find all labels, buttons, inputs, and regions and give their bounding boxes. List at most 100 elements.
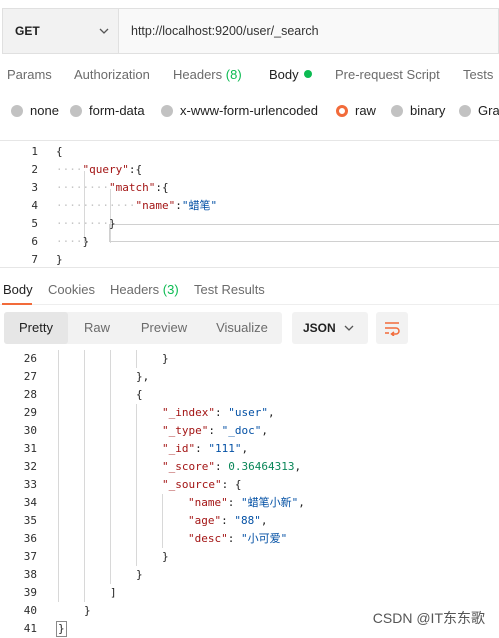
tab-headers[interactable]: Headers (8) bbox=[173, 67, 242, 82]
code-text: ····} bbox=[56, 235, 90, 248]
radio-x-www-form-urlencoded[interactable]: x-www-form-urlencoded bbox=[161, 103, 318, 118]
brace: }, bbox=[136, 370, 150, 383]
brace: } bbox=[162, 352, 169, 365]
json-string: "小可爱" bbox=[241, 532, 288, 545]
view-visualize-label: Visualize bbox=[216, 320, 268, 335]
tab-response-body-label: Body bbox=[3, 282, 33, 297]
tab-response-body[interactable]: Body bbox=[3, 282, 33, 297]
radio-form-data[interactable]: form-data bbox=[70, 103, 145, 118]
response-line: 38 } bbox=[0, 566, 499, 584]
view-raw-button[interactable]: Raw bbox=[68, 312, 126, 344]
response-line: 39 ] bbox=[0, 584, 499, 602]
code-text: ············"name":"蜡笔" bbox=[56, 199, 218, 212]
url-input[interactable]: http://localhost:9200/user/_search bbox=[118, 8, 499, 54]
wrap-lines-button[interactable] bbox=[376, 312, 408, 344]
punct: : bbox=[175, 199, 182, 212]
line-number: 3 bbox=[31, 181, 38, 194]
radio-binary[interactable]: binary bbox=[391, 103, 445, 118]
tab-test-results-label: Test Results bbox=[194, 282, 265, 297]
radio-circle-icon bbox=[161, 104, 173, 117]
punct: :{ bbox=[155, 181, 169, 194]
response-line: 30 "_type": "_doc", bbox=[0, 422, 499, 440]
radio-circle-icon bbox=[11, 104, 23, 117]
method-label: GET bbox=[15, 24, 40, 38]
view-pretty-label: Pretty bbox=[19, 320, 53, 335]
code-line: 2 ····"query":{ bbox=[0, 161, 499, 179]
watermark: CSDN @IT东东歌 bbox=[372, 610, 485, 626]
line-number: 33 bbox=[23, 478, 37, 491]
active-tab-underline bbox=[2, 303, 32, 305]
request-body-editor[interactable]: 1 { 2 ····"query":{ 3 ········"match":{ … bbox=[0, 140, 499, 268]
json-string: "88" bbox=[234, 514, 261, 527]
code-text: ········"match":{ bbox=[56, 181, 169, 194]
punct: , bbox=[260, 514, 268, 527]
line-number: 27 bbox=[23, 370, 37, 383]
brace: } bbox=[82, 235, 90, 248]
response-body-viewer[interactable]: 26 } 27 }, 28 { 29 "_index": "user", 30 … bbox=[0, 350, 499, 638]
radio-graphql[interactable]: Grap bbox=[459, 103, 499, 118]
radio-none[interactable]: none bbox=[11, 103, 59, 118]
response-line: 28 { bbox=[0, 386, 499, 404]
response-line: 37 } bbox=[0, 548, 499, 566]
tab-params-label: Params bbox=[7, 67, 52, 82]
radio-binary-label: binary bbox=[410, 103, 446, 118]
line-number: 28 bbox=[23, 388, 37, 401]
line-number: 38 bbox=[23, 568, 37, 581]
tab-authorization[interactable]: Authorization bbox=[74, 67, 150, 82]
tab-tests[interactable]: Tests bbox=[463, 67, 493, 82]
punct: :{ bbox=[128, 163, 143, 176]
json-key: "_index" bbox=[162, 406, 215, 419]
json-string: "蜡笔小新" bbox=[241, 496, 299, 509]
view-preview-button[interactable]: Preview bbox=[126, 312, 202, 344]
tab-test-results[interactable]: Test Results bbox=[194, 282, 265, 297]
code-text: { bbox=[56, 143, 63, 161]
chevron-down-icon bbox=[344, 325, 354, 331]
tab-cookies-label: Cookies bbox=[48, 282, 95, 297]
request-tabs: Params Authorization Headers (8) Body Pr… bbox=[0, 60, 499, 90]
tab-cookies[interactable]: Cookies bbox=[48, 282, 95, 297]
json-entry: "age": "88", bbox=[188, 514, 268, 527]
view-raw-label: Raw bbox=[83, 320, 110, 335]
code-line: 7 } bbox=[0, 251, 499, 269]
radio-circle-icon bbox=[70, 104, 82, 117]
matched-brace: } bbox=[56, 621, 67, 637]
radio-raw[interactable]: raw bbox=[336, 103, 376, 118]
line-number: 30 bbox=[23, 424, 37, 437]
url-text: http://localhost:9200/user/_search bbox=[131, 24, 319, 38]
format-select[interactable]: JSON bbox=[292, 312, 368, 344]
response-line: 35 "age": "88", bbox=[0, 512, 499, 530]
brace: } bbox=[162, 550, 169, 563]
request-url-bar: GET http://localhost:9200/user/_search bbox=[2, 8, 499, 54]
response-line: 34 "name": "蜡笔小新", bbox=[0, 494, 499, 512]
tab-authorization-label: Authorization bbox=[74, 67, 150, 82]
json-key: "_id" bbox=[162, 442, 196, 455]
tab-pre-request-script[interactable]: Pre-request Script bbox=[335, 67, 440, 82]
radio-form-data-label: form-data bbox=[89, 103, 145, 118]
radio-selected-icon bbox=[336, 104, 348, 117]
response-view-switch: Pretty Raw Preview Visualize bbox=[4, 312, 282, 344]
radio-none-label: none bbox=[30, 103, 59, 118]
view-pretty-button[interactable]: Pretty bbox=[4, 312, 68, 344]
view-visualize-button[interactable]: Visualize bbox=[202, 312, 282, 344]
radio-raw-label: raw bbox=[355, 103, 376, 118]
brace: } bbox=[56, 253, 63, 266]
method-select[interactable]: GET bbox=[2, 8, 118, 54]
json-key: "_source" bbox=[162, 478, 222, 491]
tab-response-headers[interactable]: Headers (3) bbox=[110, 282, 179, 297]
json-key: "match" bbox=[108, 181, 156, 194]
tab-body-label: Body bbox=[269, 67, 299, 82]
code-line: 6 ····} bbox=[0, 233, 499, 251]
json-string: "user" bbox=[228, 406, 268, 419]
punct: , bbox=[294, 460, 302, 473]
json-key: "name" bbox=[135, 199, 176, 212]
brace: } bbox=[84, 604, 91, 617]
tab-params[interactable]: Params bbox=[7, 67, 52, 82]
json-key: "_score" bbox=[162, 460, 215, 473]
punct: , bbox=[298, 496, 305, 509]
json-entry: "_source": { bbox=[162, 478, 242, 491]
json-key: "query" bbox=[82, 163, 129, 176]
tab-headers-label: Headers bbox=[173, 67, 223, 82]
tab-response-headers-label: Headers bbox=[110, 282, 160, 297]
line-number: 36 bbox=[23, 532, 37, 545]
tab-body[interactable]: Body bbox=[269, 67, 312, 82]
